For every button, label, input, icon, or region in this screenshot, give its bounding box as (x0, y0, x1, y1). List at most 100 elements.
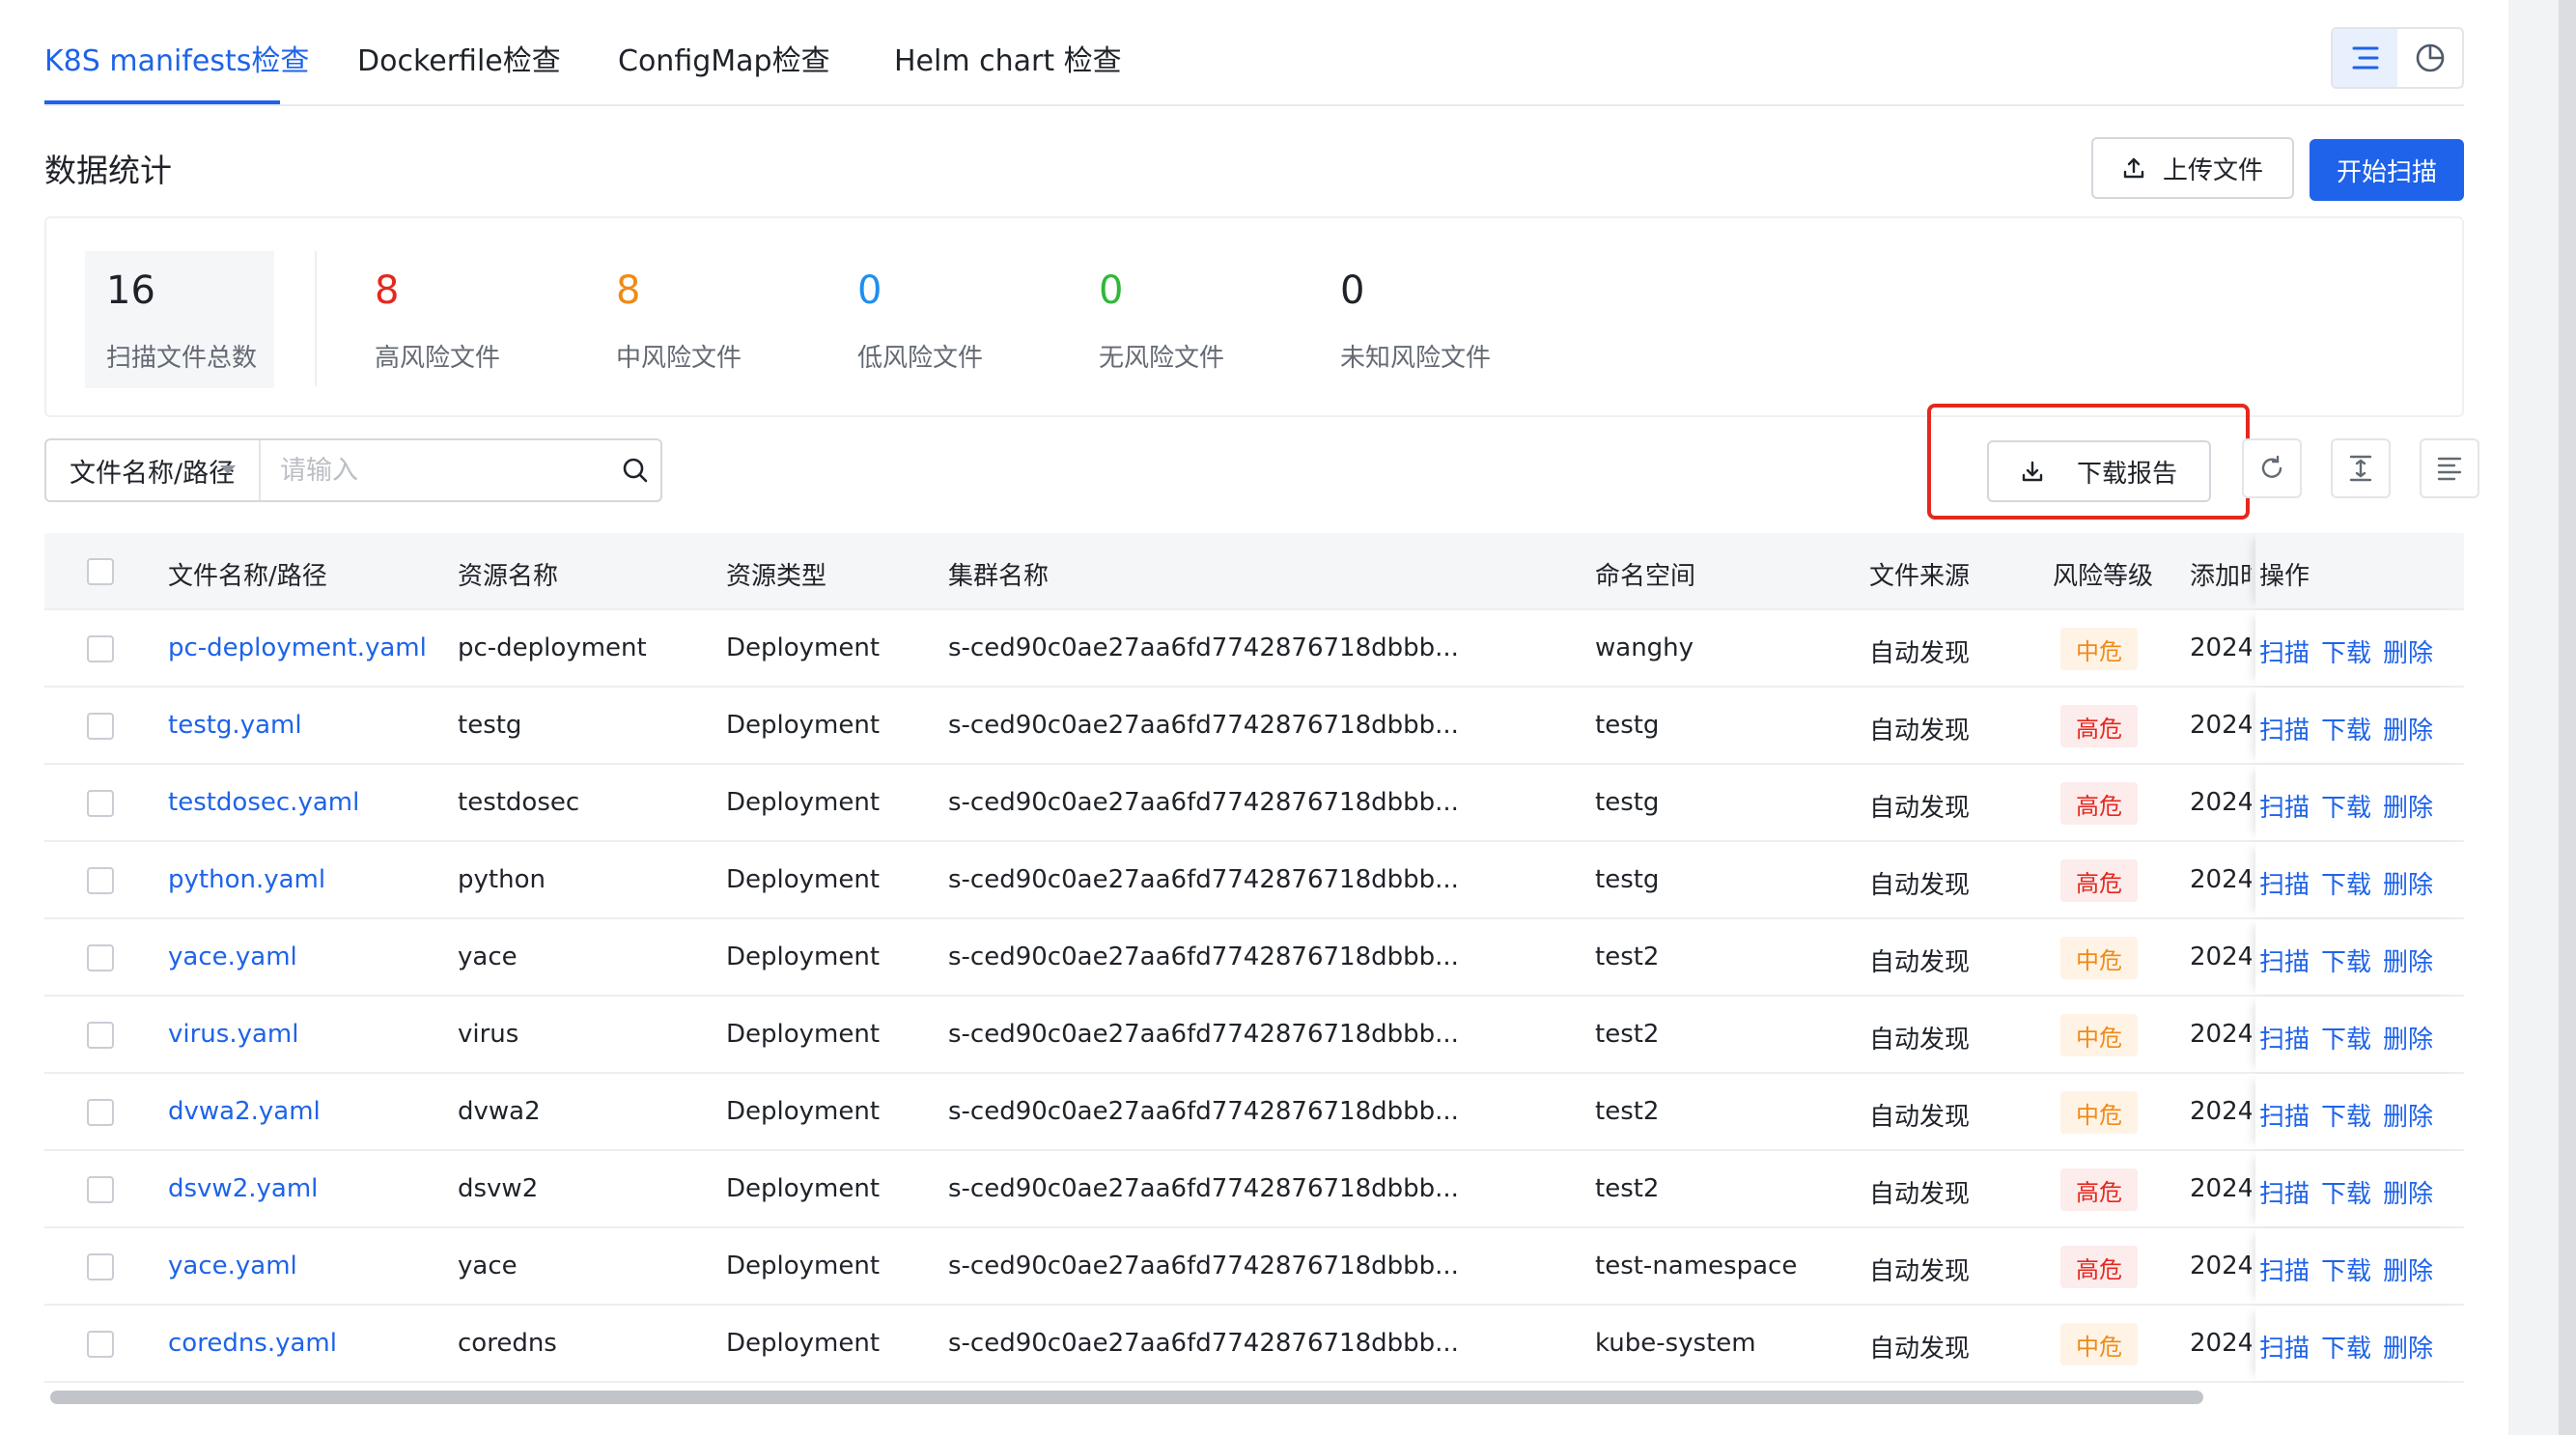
download-action-link[interactable]: 下载 (2321, 633, 2371, 669)
search-button[interactable] (610, 457, 660, 484)
row-checkbox[interactable] (87, 635, 114, 662)
scan-action-link[interactable]: 扫描 (2259, 943, 2310, 978)
file-source: 自动发现 (1869, 1180, 1971, 1209)
added-time: 2024 (2190, 633, 2252, 662)
density-button[interactable] (2331, 438, 2391, 498)
scan-action-link[interactable]: 扫描 (2259, 711, 2310, 746)
download-report-button[interactable]: 下载报告 (1987, 440, 2211, 502)
file-link[interactable]: virus.yaml (168, 1020, 448, 1049)
file-link[interactable]: coredns.yaml (168, 1329, 448, 1358)
file-source: 自动发现 (1869, 1103, 1971, 1132)
caret-down-icon (219, 465, 236, 474)
download-action-link[interactable]: 下载 (2321, 1020, 2371, 1055)
added-time: 2024 (2190, 1252, 2252, 1280)
delete-action-link[interactable]: 删除 (2383, 1329, 2433, 1365)
resource-name: python (458, 865, 546, 894)
column-settings-button[interactable] (2420, 438, 2479, 498)
risk-badge: 中危 (2060, 1323, 2138, 1365)
download-action-link[interactable]: 下载 (2321, 1329, 2371, 1365)
search-input[interactable] (260, 440, 610, 500)
file-link[interactable]: testdosec.yaml (168, 788, 448, 817)
download-action-link[interactable]: 下载 (2321, 943, 2371, 978)
delete-action-link[interactable]: 删除 (2383, 1174, 2433, 1210)
stat-total-value: 16 (106, 268, 155, 313)
start-scan-button[interactable]: 开始扫描 (2310, 139, 2464, 201)
download-action-link[interactable]: 下载 (2321, 865, 2371, 901)
row-checkbox[interactable] (87, 1176, 114, 1203)
row-checkbox[interactable] (87, 713, 114, 740)
tab-dockerfile[interactable]: Dockerfile检查 (357, 37, 561, 79)
delete-action-link[interactable]: 删除 (2383, 633, 2433, 669)
file-source: 自动发现 (1869, 639, 1971, 668)
file-link[interactable]: dsvw2.yaml (168, 1174, 448, 1203)
tab-configmap[interactable]: ConfigMap检查 (618, 37, 830, 79)
resource-type: Deployment (726, 1174, 881, 1203)
delete-action-link[interactable]: 删除 (2383, 788, 2433, 824)
scan-action-link[interactable]: 扫描 (2259, 633, 2310, 669)
scrollbar-thumb[interactable] (50, 1391, 2203, 1404)
file-link[interactable]: yace.yaml (168, 1252, 448, 1280)
resource-type: Deployment (726, 633, 881, 662)
upload-file-label: 上传文件 (2162, 155, 2263, 185)
namespace: test2 (1595, 1174, 1660, 1203)
header-cluster: 集群名称 (948, 562, 1050, 591)
delete-action-link[interactable]: 删除 (2383, 865, 2433, 901)
delete-action-link[interactable]: 删除 (2383, 1097, 2433, 1133)
file-source: 自动发现 (1869, 794, 1971, 823)
scan-action-link[interactable]: 扫描 (2259, 1020, 2310, 1055)
tab-k8s-manifests[interactable]: K8S manifests检查 (44, 37, 309, 79)
file-link[interactable]: pc-deployment.yaml (168, 633, 448, 662)
table-horizontal-scrollbar[interactable] (44, 1385, 2464, 1406)
row-checkbox[interactable] (87, 944, 114, 971)
right-gutter (2508, 0, 2576, 1435)
row-ops-cell: 扫描 下载 删除 (2255, 610, 2464, 686)
resource-name: testg (458, 711, 522, 740)
row-checkbox[interactable] (87, 1022, 114, 1049)
tab-helm-chart[interactable]: Helm chart 检查 (894, 37, 1122, 79)
scan-action-link[interactable]: 扫描 (2259, 1252, 2310, 1287)
search-field-select[interactable]: 文件名称/路径 (46, 440, 261, 500)
scan-action-link[interactable]: 扫描 (2259, 1097, 2310, 1133)
select-all-checkbox[interactable] (87, 558, 114, 585)
file-link[interactable]: yace.yaml (168, 943, 448, 971)
section-title: 数据统计 (44, 152, 172, 189)
download-action-link[interactable]: 下载 (2321, 711, 2371, 746)
scan-action-link[interactable]: 扫描 (2259, 1329, 2310, 1365)
download-action-link[interactable]: 下载 (2321, 1252, 2371, 1287)
table-row: testg.yaml testg Deployment s-ced90c0ae27aa… (44, 688, 2464, 765)
row-checkbox[interactable] (87, 790, 114, 817)
row-checkbox[interactable] (87, 1331, 114, 1358)
row-checkbox[interactable] (87, 1253, 114, 1280)
file-link[interactable]: testg.yaml (168, 711, 448, 740)
upload-file-button[interactable]: 上传文件 (2091, 137, 2294, 199)
delete-action-link[interactable]: 删除 (2383, 711, 2433, 746)
file-link[interactable]: dvwa2.yaml (168, 1097, 448, 1126)
scan-action-link[interactable]: 扫描 (2259, 788, 2310, 824)
upload-icon (2123, 157, 2144, 179)
file-link[interactable]: python.yaml (168, 865, 448, 894)
delete-action-link[interactable]: 删除 (2383, 1020, 2433, 1055)
chart-view-button[interactable] (2397, 29, 2462, 87)
row-checkbox[interactable] (87, 867, 114, 894)
resource-name: yace (458, 1252, 518, 1280)
delete-action-link[interactable]: 删除 (2383, 943, 2433, 978)
download-action-link[interactable]: 下载 (2321, 788, 2371, 824)
list-view-button[interactable] (2333, 29, 2397, 87)
scan-action-link[interactable]: 扫描 (2259, 1174, 2310, 1210)
search-field-label: 文件名称/路径 (70, 458, 236, 489)
table-row: dsvw2.yaml dsvw2 Deployment s-ced90c0ae27aa… (44, 1151, 2464, 1228)
scan-action-link[interactable]: 扫描 (2259, 865, 2310, 901)
cluster-name: s-ced90c0ae27aa6fd7742876718dbbb... (948, 1174, 1459, 1203)
row-checkbox[interactable] (87, 1099, 114, 1126)
window-scrollbar[interactable] (2559, 0, 2576, 1435)
delete-action-link[interactable]: 删除 (2383, 1252, 2433, 1287)
download-action-link[interactable]: 下载 (2321, 1097, 2371, 1133)
header-resource: 资源名称 (458, 562, 559, 591)
resource-type: Deployment (726, 1252, 881, 1280)
refresh-button[interactable] (2242, 438, 2302, 498)
risk-badge: 高危 (2060, 1168, 2138, 1211)
download-action-link[interactable]: 下载 (2321, 1174, 2371, 1210)
stat-unknown-value: 0 (1340, 268, 1365, 313)
results-table: 文件名称/路径 资源名称 资源类型 集群名称 命名空间 文件来源 风险等级 添加… (44, 533, 2464, 1383)
columns-setting-icon (2437, 457, 2462, 481)
